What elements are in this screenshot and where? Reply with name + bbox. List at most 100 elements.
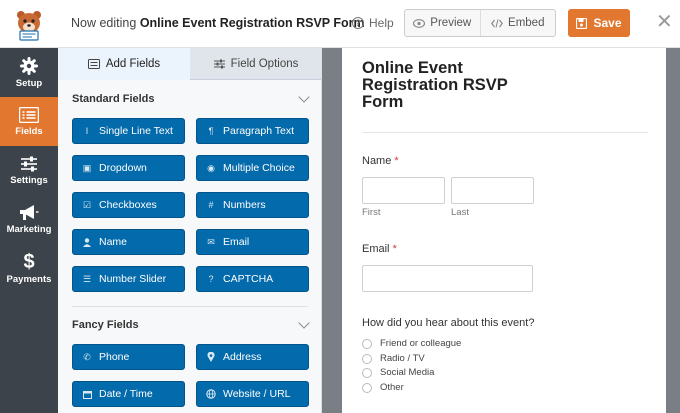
email-input[interactable]: [362, 265, 533, 292]
user-icon: [82, 237, 92, 247]
field-button-label: Number Slider: [99, 273, 167, 285]
email-field-label[interactable]: Email *: [362, 243, 397, 255]
field-button-label: Email: [223, 236, 250, 248]
required-mark: *: [392, 243, 397, 255]
field-button-date-time[interactable]: Date / Time: [72, 381, 185, 407]
field-button-label: Checkboxes: [99, 199, 157, 211]
radio-option-label: Friend or colleague: [380, 338, 462, 349]
field-button-email[interactable]: ✉ Email: [196, 229, 309, 255]
gear-icon: [20, 56, 38, 75]
tab-add-fields-label: Add Fields: [105, 58, 161, 70]
chevron-down-icon[interactable]: [298, 317, 310, 329]
close-icon[interactable]: ✕: [656, 12, 673, 32]
radio-option[interactable]: Social Media: [362, 367, 434, 378]
sliders-icon: [21, 156, 37, 171]
embed-label: Embed: [508, 17, 545, 29]
panel-tabs: Add Fields Field Options: [58, 48, 321, 80]
save-label: Save: [593, 16, 622, 30]
field-button-label: Numbers: [223, 199, 266, 211]
field-button-address[interactable]: Address: [196, 344, 309, 370]
sidebar-item-setup[interactable]: Setup: [0, 48, 58, 97]
field-button-label: Address: [223, 351, 262, 363]
field-button-phone[interactable]: ✆ Phone: [72, 344, 185, 370]
megaphone-icon: [20, 205, 39, 220]
preview-button[interactable]: Preview: [405, 10, 480, 36]
field-button-number-slider[interactable]: ☰ Number Slider: [72, 266, 185, 292]
field-button-numbers[interactable]: # Numbers: [196, 192, 309, 218]
field-button-website-url[interactable]: Website / URL: [196, 381, 309, 407]
wpforms-logo: [0, 0, 58, 48]
field-button-single-line-text[interactable]: I Single Line Text: [72, 118, 185, 144]
field-button-label: CAPTCHA: [223, 273, 274, 285]
form-title[interactable]: Online Event Registration RSVP Form: [362, 60, 542, 111]
radio-option-label: Social Media: [380, 367, 435, 378]
field-button-checkboxes[interactable]: ☑ Checkboxes: [72, 192, 185, 218]
tab-add-fields[interactable]: Add Fields: [58, 48, 190, 80]
radio-option-label: Other: [380, 382, 404, 393]
field-button-name[interactable]: Name: [72, 229, 185, 255]
paragraph-icon: ¶: [208, 126, 214, 136]
save-icon: [576, 17, 588, 29]
question-icon: ?: [208, 274, 214, 284]
radio-icon: ◉: [207, 162, 215, 173]
name-field-label[interactable]: Name *: [362, 155, 399, 167]
sidebar-item-settings[interactable]: Settings: [0, 146, 58, 195]
editing-title: Now editing Online Event Registration RS…: [71, 0, 365, 46]
first-sublabel: First: [362, 207, 381, 218]
builder-sidebar: Setup Fields Settings Marketing $ Paymen…: [0, 48, 58, 413]
radio-button[interactable]: [362, 338, 372, 349]
help-button[interactable]: ? Help: [352, 0, 394, 46]
radio-option[interactable]: Other: [362, 382, 404, 393]
field-button-label: Single Line Text: [99, 125, 173, 137]
field-button-captcha[interactable]: ? CAPTCHA: [196, 266, 309, 292]
preview-gutter-right: [666, 48, 680, 413]
radio-button[interactable]: [362, 353, 372, 364]
standard-fields-heading[interactable]: Standard Fields: [72, 93, 155, 105]
source-question-label[interactable]: How did you hear about this event?: [362, 317, 534, 329]
sidebar-label-payments: Payments: [6, 273, 52, 285]
fancy-fields-heading[interactable]: Fancy Fields: [72, 319, 139, 331]
field-button-paragraph-text[interactable]: ¶ Paragraph Text: [196, 118, 309, 144]
radio-button[interactable]: [362, 367, 372, 378]
chevron-down-icon[interactable]: [298, 91, 310, 103]
envelope-icon: ✉: [207, 236, 215, 247]
field-button-label: Website / URL: [223, 388, 291, 400]
field-button-label: Dropdown: [99, 162, 147, 174]
field-button-multiple-choice[interactable]: ◉ Multiple Choice: [196, 155, 309, 181]
help-label: Help: [369, 16, 394, 30]
form-name: Online Event Registration RSVP Form: [139, 16, 365, 30]
sidebar-label-setup: Setup: [15, 77, 43, 89]
calendar-icon: [82, 390, 92, 399]
top-bar: Now editing Online Event Registration RS…: [0, 0, 680, 48]
required-mark: *: [394, 155, 399, 167]
radio-option[interactable]: Friend or colleague: [362, 338, 461, 349]
sidebar-item-payments[interactable]: $ Payments: [0, 244, 58, 293]
radio-option-label: Radio / TV: [380, 353, 425, 364]
last-name-input[interactable]: [451, 177, 534, 204]
field-button-label: Paragraph Text: [223, 125, 295, 137]
dollar-icon: $: [23, 250, 35, 273]
save-button[interactable]: Save: [568, 9, 630, 37]
tab-field-options[interactable]: Field Options: [190, 48, 321, 80]
text-icon: I: [85, 126, 89, 136]
sliders-icon: [213, 59, 225, 68]
last-sublabel: Last: [451, 207, 469, 218]
name-label-text: Name: [362, 155, 392, 167]
field-button-label: Phone: [99, 351, 130, 363]
sidebar-label-fields: Fields: [15, 125, 43, 137]
sidebar-item-marketing[interactable]: Marketing: [0, 195, 58, 244]
field-button-label: Name: [99, 236, 128, 248]
editing-prefix: Now editing: [71, 16, 137, 30]
radio-button[interactable]: [362, 382, 372, 393]
preview-embed-group: Preview Embed: [404, 9, 556, 37]
embed-button[interactable]: Embed: [479, 10, 556, 36]
first-name-input[interactable]: [362, 177, 445, 204]
help-icon: ?: [352, 17, 364, 29]
sidebar-item-fields[interactable]: Fields: [0, 97, 58, 146]
field-button-dropdown[interactable]: ▣ Dropdown: [72, 155, 185, 181]
checkbox-icon: ☑: [82, 199, 92, 210]
radio-option[interactable]: Radio / TV: [362, 353, 425, 364]
phone-icon: ✆: [83, 351, 91, 362]
tab-field-options-label: Field Options: [230, 57, 299, 70]
hash-icon: #: [208, 200, 214, 210]
